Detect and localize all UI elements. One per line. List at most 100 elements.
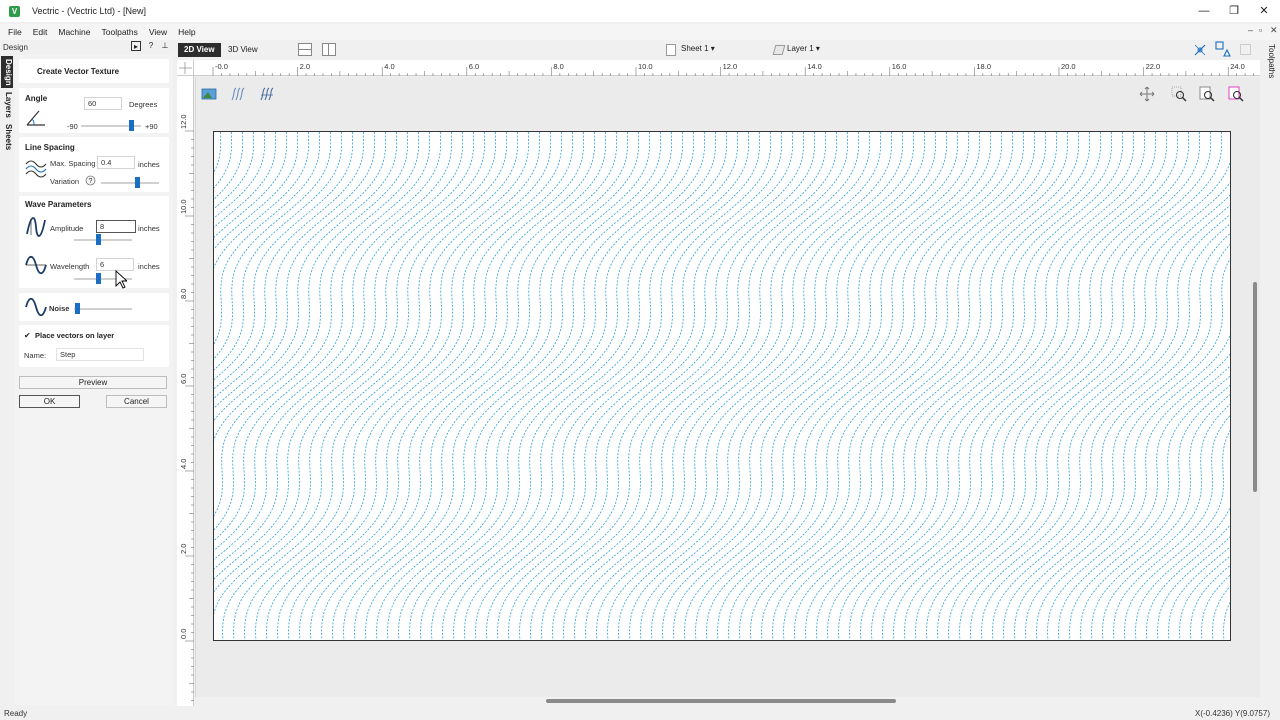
panel-toggle-icon[interactable]: ▸ (131, 41, 141, 51)
texture-vector-line (214, 132, 497, 593)
tab-3d-view[interactable]: 3D View (222, 43, 264, 57)
menu-toolpaths[interactable]: Toolpaths (102, 27, 138, 37)
ruler-left-label: 10.0 (179, 199, 188, 214)
preview-button[interactable]: Preview (19, 376, 167, 389)
split-horizontal-icon[interactable] (298, 43, 312, 56)
panel-title-card: Create Vector Texture (19, 59, 169, 83)
wavelength-slider-thumb[interactable] (96, 273, 102, 284)
texture-vector-line (475, 132, 772, 640)
texture-vector-line (431, 132, 728, 640)
texture-vector-line (739, 132, 1036, 640)
texture-vector-line (1190, 564, 1230, 640)
variation-label: Variation (50, 177, 80, 186)
layer-icon (772, 45, 786, 55)
ok-button[interactable]: OK (19, 395, 80, 408)
job-material-area[interactable] (213, 131, 1231, 641)
split-vertical-icon[interactable] (322, 43, 336, 56)
noise-slider-track[interactable] (74, 308, 132, 310)
amplitude-slider-thumb[interactable] (96, 234, 102, 245)
menu-view[interactable]: View (149, 27, 167, 37)
image-tool-icon[interactable] (201, 86, 217, 102)
minimize-icon[interactable]: — (1197, 4, 1211, 18)
shapes-icon[interactable] (1215, 41, 1232, 58)
doc-restore-icon[interactable]: ▫ (1259, 25, 1262, 35)
wave-tool-icon[interactable] (230, 86, 246, 102)
doc-minimize-icon[interactable]: – (1248, 25, 1253, 35)
tab-toolpaths[interactable]: Toolpaths (1262, 44, 1276, 78)
help-icon[interactable]: ? (146, 41, 156, 51)
texture-vector-line (585, 132, 882, 640)
ruler-top-label: 24.0 (1230, 62, 1245, 71)
texture-vector-line (277, 132, 574, 640)
texture-vector-line (497, 132, 794, 640)
variation-slider-track[interactable] (101, 182, 159, 184)
sheet-dropdown[interactable]: Sheet 1 ▾ (681, 44, 715, 53)
layer-name-input[interactable] (56, 348, 144, 361)
angle-min-label: -90 (67, 122, 78, 131)
line-spacing-card: Line Spacing Max. Spacing inches Variati… (19, 137, 169, 192)
horizontal-scrollbar[interactable] (546, 699, 896, 703)
variation-help-icon[interactable]: ? (85, 175, 96, 186)
app-icon: V (9, 5, 20, 17)
vertical-scrollbar[interactable] (1253, 282, 1257, 492)
texture-vector-line (552, 132, 849, 640)
texture-vector-line (299, 132, 596, 640)
amplitude-icon (26, 217, 46, 237)
ruler-left-label: 12.0 (179, 114, 188, 129)
doc-close-icon[interactable]: ✕ (1270, 25, 1278, 36)
restore-icon[interactable]: ❐ (1227, 4, 1241, 18)
menu-machine[interactable]: Machine (58, 27, 90, 37)
texture-vector-line (365, 132, 662, 640)
angle-unit: Degrees (129, 100, 158, 109)
texture-vector-line (893, 132, 1190, 640)
noise-slider-thumb[interactable] (74, 303, 80, 314)
texture-vector-line (640, 132, 937, 640)
menu-help[interactable]: Help (178, 27, 195, 37)
window-title: Vectric - (Vectric Ltd) - [New] (32, 6, 147, 16)
angle-slider-thumb[interactable] (128, 120, 134, 131)
texture-vector-line (214, 132, 277, 228)
amplitude-slider-track[interactable] (74, 239, 132, 241)
snap-icon[interactable] (1192, 42, 1208, 58)
variation-slider-thumb[interactable] (134, 177, 140, 188)
ruler-left-label: 2.0 (179, 544, 188, 554)
texture-vector-line (354, 132, 651, 640)
zoom-selected-icon[interactable] (1228, 86, 1244, 102)
texture-vector-line (214, 132, 255, 210)
pin-icon[interactable]: ⊥ (160, 41, 170, 51)
layer-dropdown[interactable]: Layer 1 ▾ (787, 44, 820, 53)
pan-icon[interactable] (1139, 86, 1155, 102)
layer-card: ✔ Place vectors on layer Name: (19, 325, 169, 367)
amplitude-input[interactable] (96, 220, 136, 233)
close-icon[interactable]: ✕ (1257, 4, 1271, 18)
texture-vector-line (214, 132, 508, 615)
sheet-label: Sheet 1 (681, 44, 709, 53)
zoom-extents-icon[interactable] (1199, 86, 1215, 102)
menu-file[interactable]: File (8, 27, 22, 37)
status-bar: Ready X(-0.4236) Y(9.0757) (0, 707, 1280, 720)
angle-input[interactable] (84, 97, 122, 110)
texture-vector-line (794, 132, 1091, 640)
ruler-top-label: 2.0 (300, 62, 310, 71)
tab-sheets[interactable]: Sheets (1, 122, 13, 152)
texture-vector-line (981, 214, 1230, 640)
menu-edit[interactable]: Edit (33, 27, 48, 37)
texture-vector-line (750, 132, 1047, 640)
side-tabs: Design Layers Sheets (0, 54, 14, 654)
texture-vector-line (508, 132, 805, 640)
texture-vector-line (288, 132, 585, 640)
place-vectors-checkbox[interactable]: ✔ (24, 331, 33, 340)
zoom-box-icon[interactable] (1171, 86, 1187, 102)
max-spacing-input[interactable] (97, 156, 135, 169)
tab-2d-view[interactable]: 2D View (178, 43, 221, 57)
ruler-left-label: 6.0 (179, 374, 188, 384)
wave-texture-icon[interactable] (259, 86, 275, 102)
menu-bar: File Edit Machine Toolpaths View Help (0, 24, 1280, 40)
wave-parameters-title: Wave Parameters (25, 200, 92, 209)
line-spacing-title: Line Spacing (25, 143, 75, 152)
texture-vector-line (915, 132, 1212, 640)
cancel-button[interactable]: Cancel (106, 395, 167, 408)
panel-layout-icon[interactable] (1240, 44, 1251, 55)
tab-design[interactable]: Design (1, 56, 13, 88)
tab-layers[interactable]: Layers (1, 90, 13, 120)
